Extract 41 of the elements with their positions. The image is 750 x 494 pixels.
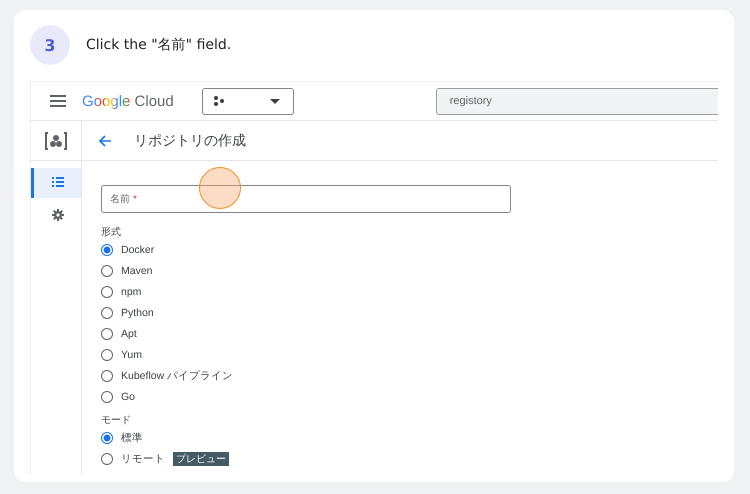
section-label: 形式 — [101, 226, 122, 239]
radio-button[interactable] — [101, 452, 113, 464]
field-label: 名前 — [110, 193, 130, 206]
option-label: Apt — [121, 328, 137, 340]
back-arrow-icon[interactable] — [98, 134, 112, 146]
radio-button[interactable] — [101, 390, 113, 402]
radio-button[interactable] — [101, 328, 113, 340]
option-label: Maven — [121, 264, 153, 276]
option-label: Python — [121, 306, 154, 318]
preview-badge: プレビュー — [173, 452, 229, 466]
project-selector[interactable] — [202, 88, 294, 114]
option-label: Kubeflow パイプライン — [121, 368, 234, 382]
name-field[interactable]: 名前 * — [101, 185, 511, 213]
radio-button[interactable] — [101, 286, 113, 298]
option-label: Yum — [121, 348, 142, 360]
option-label: npm — [121, 286, 142, 298]
option-label: Docker — [121, 244, 154, 256]
list-icon — [52, 177, 64, 189]
radio-button[interactable] — [101, 264, 113, 276]
rail-item[interactable] — [31, 168, 81, 198]
logo-text[interactable]: Google Cloud — [82, 92, 174, 110]
registry-icon — [44, 130, 68, 150]
caret-icon — [270, 98, 280, 104]
menu-icon[interactable] — [50, 95, 66, 107]
page-title: リポジトリの作成 — [134, 132, 246, 150]
required-mark: * — [133, 194, 137, 204]
radio-button[interactable] — [101, 306, 113, 318]
step-number: 3 — [30, 25, 70, 65]
search-field[interactable]: registory — [436, 88, 718, 114]
gear-icon — [52, 209, 64, 221]
option-label: Go — [121, 390, 136, 402]
section-label: モード — [101, 414, 132, 427]
radio-button[interactable] — [101, 370, 113, 382]
option-label: リモート — [121, 452, 165, 466]
nodes-icon — [214, 96, 224, 106]
radio-button[interactable] — [101, 432, 113, 444]
radio-button[interactable] — [101, 348, 113, 360]
option-label: 標準 — [121, 430, 143, 444]
click-marker — [199, 167, 241, 209]
radio-button[interactable] — [101, 244, 113, 256]
step-instruction: Click the "名前" field. — [86, 36, 232, 54]
